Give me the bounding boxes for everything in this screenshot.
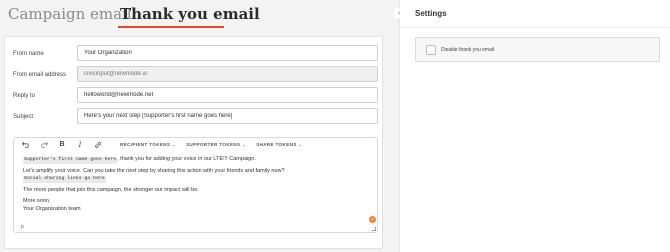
italic-button[interactable]: I [74, 139, 86, 151]
share-tokens-label: SHARE TOKENS [256, 142, 297, 147]
editor-line-share: Social sharing links go here [23, 175, 373, 183]
editor-line-signature: Your Organization team [23, 205, 81, 212]
editor-toolbar: B I RECIPIENT TOKENS ⌄ SUPPORTER TOKENS ⌄ … [14, 138, 377, 151]
app-root: Campaign email Thank you email From name… [0, 0, 670, 252]
subject-label: Subject [13, 114, 34, 120]
link-icon[interactable] [92, 139, 104, 151]
disable-thank-you-card: Disable thank you email [415, 37, 660, 62]
resize-handle[interactable] [372, 227, 376, 231]
reply-to-input[interactable] [77, 87, 378, 103]
disable-thank-you-label: Disable thank you email [441, 47, 495, 53]
editor-line-signoff: More soon, [23, 198, 51, 204]
social-sharing-token[interactable]: Social sharing links go here [23, 176, 106, 183]
undo-icon[interactable] [20, 139, 32, 151]
share-tokens-dropdown[interactable]: SHARE TOKENS ⌄ [256, 142, 302, 147]
settings-panel: › Settings Disable thank you email [394, 0, 670, 252]
editor-content[interactable]: Supporter's first name goes here, thank … [23, 156, 373, 213]
tab-thank-you-email[interactable]: Thank you email [120, 5, 260, 23]
greeting-text: , thank you for adding your voice in our… [117, 156, 256, 162]
chevron-down-icon: ⌄ [172, 142, 177, 147]
recipient-tokens-label: RECIPIENT TOKENS [120, 142, 171, 147]
active-tab-indicator [118, 26, 224, 28]
from-email-label: From email address [13, 72, 67, 78]
subject-input[interactable] [77, 108, 378, 124]
disable-thank-you-checkbox[interactable] [426, 45, 436, 55]
settings-title: Settings [415, 9, 447, 18]
editor-line-impact: The more people that join this campaign,… [23, 186, 199, 193]
supporter-tokens-label: SUPPORTER TOKENS [186, 142, 241, 147]
email-form-card: From name From email address Reply to Su… [4, 36, 383, 249]
supporter-name-token[interactable]: Supporter's first name goes here [23, 157, 118, 164]
from-name-input[interactable] [77, 45, 378, 61]
recipient-tokens-dropdown[interactable]: RECIPIENT TOKENS ⌄ [120, 142, 176, 147]
email-editor-pane: Campaign email Thank you email From name… [0, 0, 392, 252]
chevron-down-icon: ⌄ [242, 142, 247, 147]
bold-button[interactable]: B [56, 139, 68, 151]
redo-icon[interactable] [38, 139, 50, 151]
editor-line-greeting: Supporter's first name goes here, thank … [23, 156, 373, 164]
editor-line-amplify: Let's amplify your voice. Can you take t… [23, 167, 285, 174]
element-path-status: p [21, 224, 24, 230]
grammar-check-icon[interactable]: • [369, 216, 376, 223]
tab-campaign-email[interactable]: Campaign email [8, 5, 132, 23]
tab-bar: Campaign email Thank you email [0, 0, 392, 28]
from-name-label: From name [13, 51, 44, 57]
reply-to-label: Reply to [13, 93, 36, 99]
supporter-tokens-dropdown[interactable]: SUPPORTER TOKENS ⌄ [186, 142, 246, 147]
rich-text-editor[interactable]: B I RECIPIENT TOKENS ⌄ SUPPORTER TOKENS ⌄ … [13, 137, 378, 233]
chevron-down-icon: ⌄ [298, 142, 303, 147]
collapse-panel-icon[interactable]: › [394, 8, 404, 18]
from-email-input [77, 66, 378, 82]
settings-header: › Settings [394, 0, 670, 28]
